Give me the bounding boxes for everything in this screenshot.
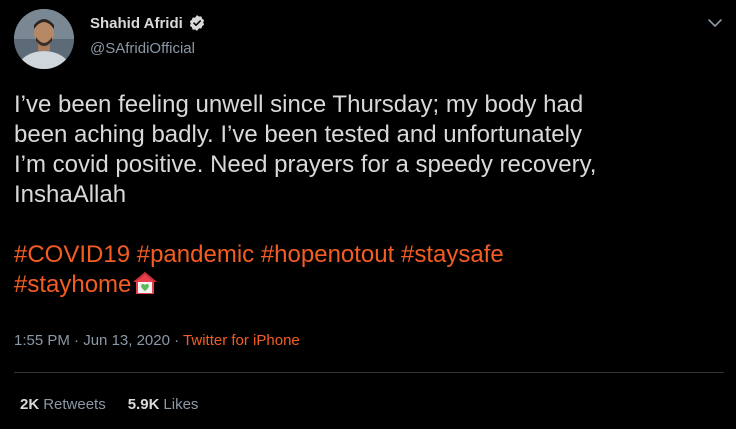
tweet-text: I’ve been feeling unwell since Thursday;… [14, 90, 726, 210]
hashtag-link[interactable]: #hopenotout [261, 241, 394, 268]
meta-separator: · [174, 332, 180, 349]
author-display-name[interactable]: Shahid Afridi [90, 15, 183, 32]
hashtag-link[interactable]: #pandemic [137, 241, 254, 268]
divider [14, 372, 724, 373]
tweet-text-line: been aching badly. I’ve been tested and … [14, 121, 582, 148]
avatar-image [14, 9, 74, 69]
likes-stat[interactable]: 5.9K Likes [128, 396, 199, 413]
hashtag-link[interactable]: #COVID19 [14, 241, 130, 268]
meta-separator: · [74, 332, 80, 349]
verified-badge-icon [188, 14, 206, 32]
retweets-count: 2K [20, 396, 40, 413]
house-heart-emoji-icon [131, 270, 159, 296]
tweet-stats: 2K Retweets 5.9K Likes [20, 396, 198, 413]
tweet-source-link[interactable]: Twitter for iPhone [183, 332, 300, 349]
retweets-label: Retweets [43, 396, 106, 413]
retweets-stat[interactable]: 2K Retweets [20, 396, 106, 413]
avatar[interactable] [14, 9, 74, 69]
tweet-time[interactable]: 1:55 PM [14, 332, 70, 349]
tweet-date[interactable]: Jun 13, 2020 [83, 332, 170, 349]
tweet-meta: 1:55 PM · Jun 13, 2020 · Twitter for iPh… [14, 332, 300, 349]
chevron-down-icon[interactable] [705, 13, 725, 33]
author-handle[interactable]: @SAfridiOfficial [90, 40, 195, 57]
hashtag-link[interactable]: #stayhome [14, 271, 131, 298]
likes-count: 5.9K [127, 396, 160, 413]
likes-label: Likes [163, 396, 199, 413]
author-name-row: Shahid Afridi [90, 14, 206, 32]
tweet-hashtags: #COVID19 #pandemic #hopenotout #staysafe… [14, 240, 726, 300]
hashtag-link[interactable]: #staysafe [401, 241, 504, 268]
tweet-text-line: I’m covid positive. Need prayers for a s… [14, 151, 597, 178]
tweet-text-line: I’ve been feeling unwell since Thursday;… [14, 91, 584, 118]
tweet-text-line: InshaAllah [14, 181, 127, 208]
tweet-card: Shahid Afridi @SAfridiOfficial I’ve been… [0, 0, 736, 429]
